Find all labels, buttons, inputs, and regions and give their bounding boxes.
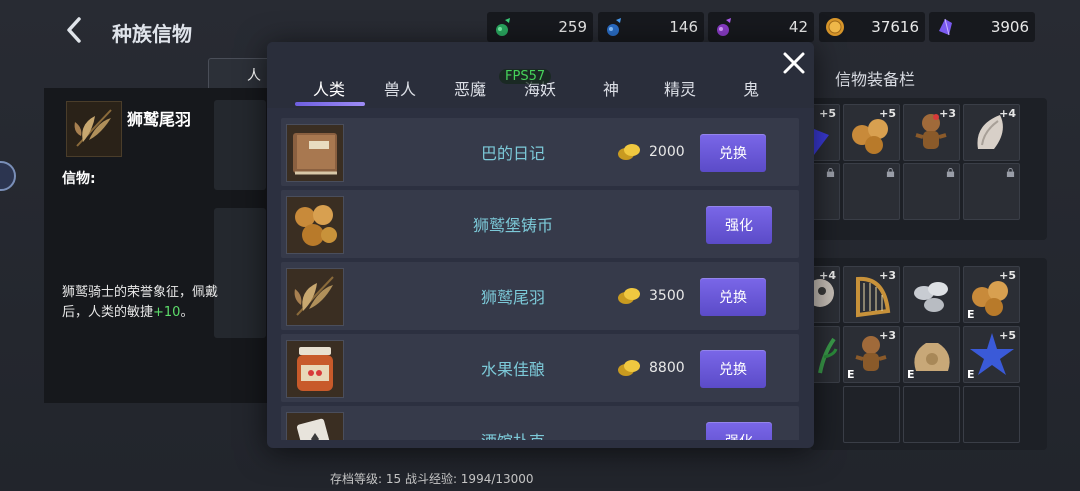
- inventory-slot[interactable]: [903, 266, 960, 323]
- gold-coin-icon: [826, 18, 844, 36]
- race-tabs: 人类 兽人 恶魔 海妖 神 精灵 鬼 FPS57: [267, 42, 814, 108]
- desc-text: 狮鹫骑士的荣誉象征，佩戴后，人类的敏捷: [62, 285, 219, 320]
- footer-stats: 存档等级: 15 战斗经验: 1994/13000: [330, 472, 534, 486]
- item-name: 狮鹫堡铸币: [472, 216, 553, 235]
- resource-value: 146: [669, 18, 698, 36]
- gold-coin-icon: [618, 360, 640, 376]
- purple-crystal-icon: [939, 18, 952, 36]
- faded-card: [214, 100, 266, 190]
- resource-blue-potion: 146: [598, 12, 704, 42]
- resource-value: 42: [788, 18, 808, 36]
- equip-slot[interactable]: +4: [963, 104, 1020, 161]
- item-thumbnail: [286, 196, 344, 254]
- resource-value: 259: [558, 18, 587, 36]
- desc-bonus: +10: [153, 305, 181, 320]
- desc-suffix: 。: [180, 305, 194, 320]
- empty-slot[interactable]: [903, 386, 960, 443]
- item-thumbnail: [286, 268, 344, 326]
- feather-icon: [74, 109, 112, 147]
- list-item: 巴的日记 2000 兑换: [281, 118, 799, 186]
- fps-counter: FPS57: [499, 69, 552, 84]
- inventory-slot[interactable]: +5 E: [963, 326, 1020, 383]
- item-name: 水果佳酿: [480, 360, 545, 379]
- purple-potion-icon: [717, 18, 731, 36]
- item-price: 2000: [649, 144, 685, 160]
- item-name: 狮鹫尾羽: [480, 288, 545, 307]
- exchange-button[interactable]: 兑换: [700, 134, 766, 172]
- blue-potion-icon: [607, 18, 621, 36]
- lock-icon: [886, 168, 895, 177]
- item-name: 巴的日记: [480, 144, 545, 163]
- active-tab-indicator: [295, 102, 365, 106]
- exchange-button[interactable]: 兑换: [700, 278, 766, 316]
- resource-value: 3906: [990, 18, 1029, 36]
- item-thumbnail: [286, 340, 344, 398]
- exchange-button[interactable]: 兑换: [700, 350, 766, 388]
- lock-icon: [826, 168, 835, 177]
- item-price: 3500: [649, 288, 685, 304]
- equip-slot[interactable]: +5: [843, 104, 900, 161]
- green-potion-icon: [496, 18, 510, 36]
- tab-human[interactable]: 人类: [313, 76, 345, 100]
- close-button[interactable]: [781, 50, 807, 76]
- exchange-list[interactable]: 巴的日记 2000 兑换 狮鹫堡铸币 强化 狮鹫尾羽 3500 兑换 水果佳酿 …: [281, 118, 799, 440]
- back-button[interactable]: [62, 16, 86, 44]
- exchange-modal: 人类 兽人 恶魔 海妖 神 精灵 鬼 FPS57 巴的日记 2000 兑换 狮鹫…: [267, 42, 814, 448]
- item-price: 8800: [649, 360, 685, 376]
- close-icon: [783, 52, 805, 74]
- playing-card-icon: [296, 418, 333, 440]
- tab-orc[interactable]: 兽人: [384, 76, 416, 100]
- tab-ghost[interactable]: 鬼: [743, 76, 759, 100]
- equip-slot[interactable]: +3: [903, 104, 960, 161]
- gold-coin-icon: [618, 288, 640, 304]
- inventory-slot[interactable]: +3 E: [843, 326, 900, 383]
- list-item: 水果佳酿 8800 兑换: [281, 334, 799, 402]
- locked-equip-slot[interactable]: [963, 163, 1020, 220]
- tab-elf[interactable]: 精灵: [664, 76, 696, 100]
- page-title: 种族信物: [112, 22, 192, 46]
- inventory-slot[interactable]: +5 E: [963, 266, 1020, 323]
- tab-label: 人: [247, 68, 261, 84]
- item-name: 狮鹫尾羽: [127, 110, 192, 129]
- resource-purple-potion: 42: [708, 12, 814, 42]
- inventory-slot[interactable]: +3: [843, 266, 900, 323]
- list-item: 狮鹫堡铸币 强化: [281, 190, 799, 258]
- equip-panel-title: 信物装备栏: [835, 70, 916, 89]
- lock-icon: [1006, 168, 1015, 177]
- silver-coins-icon: [914, 282, 948, 312]
- resource-green-potion: 259: [487, 12, 593, 42]
- coins-icon: [295, 205, 337, 246]
- lock-icon: [946, 168, 955, 177]
- locked-equip-slot[interactable]: [843, 163, 900, 220]
- upgrade-button[interactable]: 强化: [706, 206, 772, 244]
- resource-gold: 37616: [819, 12, 925, 42]
- jam-jar-icon: [297, 347, 333, 391]
- locked-equip-slot[interactable]: [903, 163, 960, 220]
- tab-demon[interactable]: 恶魔: [454, 76, 486, 100]
- side-badge[interactable]: [0, 161, 16, 191]
- item-description: 狮鹫骑士的荣誉象征，佩戴后，人类的敏捷+10。: [62, 283, 242, 323]
- list-item: 狮鹫尾羽 3500 兑换: [281, 262, 799, 330]
- diary-book-icon: [293, 133, 337, 175]
- inventory-slot[interactable]: E: [903, 326, 960, 383]
- item-thumbnail: [66, 101, 122, 157]
- empty-slot[interactable]: [963, 386, 1020, 443]
- feather-icon: [294, 276, 334, 316]
- chevron-left-icon: [67, 17, 81, 43]
- resource-crystal: 3906: [929, 12, 1035, 42]
- empty-slot[interactable]: [843, 386, 900, 443]
- item-thumbnail: [286, 124, 344, 182]
- gold-coin-icon: [618, 144, 640, 160]
- resource-value: 37616: [871, 18, 919, 36]
- game-screen: 种族信物 259 146 42 37616 3906 人 狮鹫尾羽 信物: 狮鹫…: [0, 0, 1080, 491]
- list-item: 酒馆扑克 强化: [281, 406, 799, 440]
- upgrade-button[interactable]: 强化: [706, 422, 772, 440]
- item-thumbnail: [286, 412, 344, 440]
- item-name: 酒馆扑克: [401, 428, 625, 440]
- tab-god[interactable]: 神: [603, 76, 619, 100]
- faith-label: 信物:: [62, 171, 96, 187]
